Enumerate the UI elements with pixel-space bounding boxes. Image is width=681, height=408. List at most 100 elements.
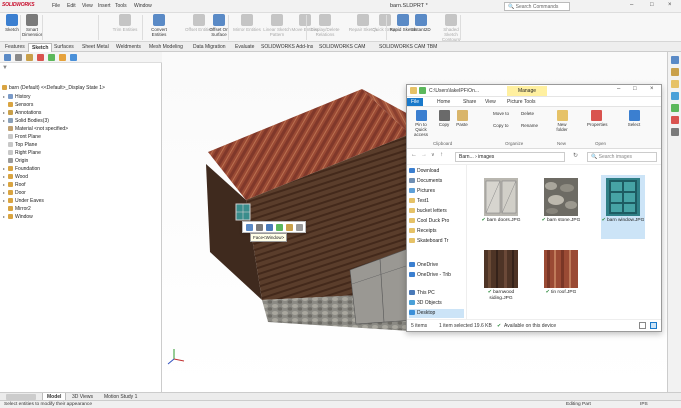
ribbon-sketch[interactable]: Sketch [2, 14, 22, 32]
appearances-icon[interactable] [671, 104, 679, 112]
nav-item-desktop[interactable]: Desktop [409, 309, 464, 318]
file-item-doors[interactable]: ✔ barn doors.JPG [479, 175, 523, 239]
feature-manager-icon[interactable] [4, 54, 11, 61]
ribbon-smart-dimension[interactable]: Smart Dimension [22, 14, 43, 37]
tree-item-right-plane[interactable]: Right Plane [3, 149, 41, 157]
tree-item-roof[interactable]: ▸ Roof [3, 181, 26, 189]
explorer-minimize-button[interactable]: – [617, 86, 620, 92]
configuration-manager-icon[interactable] [26, 54, 33, 61]
tree-item-material-not-specified-[interactable]: Material <not specified> [3, 125, 68, 133]
ribbon-offset-on-surface[interactable]: Offset On Surface [204, 14, 234, 37]
explorer-rename-button[interactable]: Rename [521, 123, 538, 128]
explorer-select-button[interactable]: Select [625, 110, 643, 127]
ribbon-linear-sketch-pattern[interactable]: Linear Sketch Pattern [262, 14, 292, 37]
tree-item-annotations[interactable]: ▸ Annotations [3, 109, 41, 117]
explorer-maximize-button[interactable]: □ [633, 86, 637, 92]
minimize-button[interactable]: – [630, 2, 633, 8]
nav-item-test1[interactable]: Test1 [409, 197, 429, 206]
restore-button[interactable]: □ [650, 2, 654, 8]
recent-icon[interactable]: ∨ [431, 152, 435, 158]
nav-item-onedrive[interactable]: OneDrive [409, 261, 438, 270]
file-item-siding[interactable]: ✔ barnwood siding.JPG [479, 247, 523, 311]
refresh-icon[interactable]: ↻ [573, 152, 578, 159]
menu-window[interactable]: Window [134, 3, 152, 9]
tree-item-door[interactable]: ▸ Door [3, 189, 26, 197]
tree-item-sensors[interactable]: Sensors [3, 101, 33, 109]
decal-icon[interactable] [286, 224, 293, 231]
explorer-close-button[interactable]: × [650, 86, 654, 92]
file-item-stone[interactable]: ✔ barn stone.JPG [539, 175, 583, 239]
large-icons-view-icon[interactable] [650, 322, 657, 329]
explorer-copy-button[interactable]: Copy [435, 110, 453, 127]
nav-item-cool-duck-pro[interactable]: Cool Duck Pro [409, 217, 449, 226]
explorer-move-to-button[interactable]: Move to [493, 111, 509, 116]
tree-item-front-plane[interactable]: Front Plane [3, 133, 41, 141]
tree-item-origin[interactable]: Origin [3, 157, 28, 165]
tab-solidworks-cam-tbm[interactable]: SOLIDWORKS CAM TBM [376, 43, 440, 52]
design-library-icon[interactable] [671, 68, 679, 76]
normal-to-icon[interactable] [266, 224, 273, 231]
forward-icon[interactable]: → [421, 152, 427, 158]
tree-item-under-eaves[interactable]: ▸ Under Eaves [3, 197, 44, 205]
ribbon-convert-entities[interactable]: Convert Entities [144, 14, 174, 37]
explorer-tab-home[interactable]: Home [433, 98, 454, 106]
tab-surfaces[interactable]: Surfaces [51, 43, 77, 52]
explorer-pin-to-quick-access-button[interactable]: Pin to Quick access [409, 110, 433, 137]
menu-file[interactable]: File [52, 3, 60, 9]
nav-item-3d-objects[interactable]: 3D Objects [409, 299, 442, 308]
custom-properties-icon[interactable] [671, 116, 679, 124]
menu-edit[interactable]: Edit [67, 3, 76, 9]
manage-tab[interactable]: Manage [507, 86, 547, 96]
menu-tools[interactable]: Tools [115, 3, 127, 9]
explorer-search-input[interactable]: 🔍 Search images [587, 152, 657, 162]
tree-item-window[interactable]: ▸ Window [3, 213, 33, 221]
tree-item-history[interactable]: ▸ History [3, 93, 31, 101]
tab-data-migration[interactable]: Data Migration [190, 43, 229, 52]
property-manager-icon[interactable] [15, 54, 22, 61]
explorer-tab-view[interactable]: View [481, 98, 500, 106]
explorer-tab-file[interactable]: File [407, 98, 424, 106]
ribbon-mirror-entities[interactable]: Mirror Entities [232, 14, 262, 32]
nav-item-onedrive-trib[interactable]: OneDrive - Trib [409, 271, 451, 280]
menu-insert[interactable]: Insert [98, 3, 111, 9]
nav-item-skateboard-tr[interactable]: Skateboard Tr [409, 237, 448, 246]
explorer-tab-picture-tools[interactable]: Picture Tools [503, 98, 540, 106]
tree-item-mirror2[interactable]: Mirror2 [3, 205, 31, 213]
check-icon[interactable] [419, 87, 426, 94]
tree-item-foundation[interactable]: ▸ Foundation [3, 165, 40, 173]
nav-item-download[interactable]: Download [409, 167, 439, 176]
explorer-copy-to-button[interactable]: Copy to [493, 123, 509, 128]
nav-item-this-pc[interactable]: This PC [409, 289, 435, 298]
tab-solidworks-cam[interactable]: SOLIDWORKS CAM [316, 43, 368, 52]
explorer-delete-button[interactable]: Delete [521, 111, 534, 116]
tab-evaluate[interactable]: Evaluate [232, 43, 257, 52]
units-selector[interactable]: IPS [640, 401, 648, 408]
menu-view[interactable]: View [82, 3, 93, 9]
edit-sketch-icon[interactable] [256, 224, 263, 231]
tab-features[interactable]: Features [2, 43, 28, 52]
dimxpert-icon[interactable] [37, 54, 44, 61]
tree-item-top-plane[interactable]: Top Plane [3, 141, 37, 149]
ribbon-instant2d[interactable]: Instant2D [406, 14, 436, 32]
tree-root[interactable]: barn (Default) <<Default>_Display State … [2, 84, 105, 92]
search-commands-input[interactable]: 🔍 Search Commands [504, 2, 570, 11]
explorer-properties-button[interactable]: Properties [587, 110, 608, 127]
back-icon[interactable]: ← [411, 152, 417, 158]
ribbon-display-delete-relations[interactable]: Display/Delete Relations [310, 14, 340, 37]
display-manager-icon[interactable] [48, 54, 55, 61]
nav-item-pictures[interactable]: Pictures [409, 187, 435, 196]
nav-item-bucket-letters[interactable]: bucket letters [409, 207, 447, 216]
explorer-tab-share[interactable]: Share [459, 98, 480, 106]
forum-icon[interactable] [671, 128, 679, 136]
tab-weldments[interactable]: Weldments [113, 43, 144, 52]
ribbon-shaded-sketch-contours[interactable]: Shaded Sketch Contours [436, 14, 466, 42]
tab-mesh-modeling[interactable]: Mesh Modeling [146, 43, 186, 52]
view-palette-icon[interactable] [671, 92, 679, 100]
resources-icon[interactable] [671, 56, 679, 64]
nav-item-documents[interactable]: Documents [409, 177, 442, 186]
file-item-window[interactable]: ✔ barn window.JPG [601, 175, 645, 239]
cam-manager-icon[interactable] [59, 54, 66, 61]
tab-solidworks-add-ins[interactable]: SOLIDWORKS Add-Ins [258, 43, 316, 52]
file-explorer-icon[interactable] [671, 80, 679, 88]
tab-sheet-metal[interactable]: Sheet Metal [79, 43, 112, 52]
